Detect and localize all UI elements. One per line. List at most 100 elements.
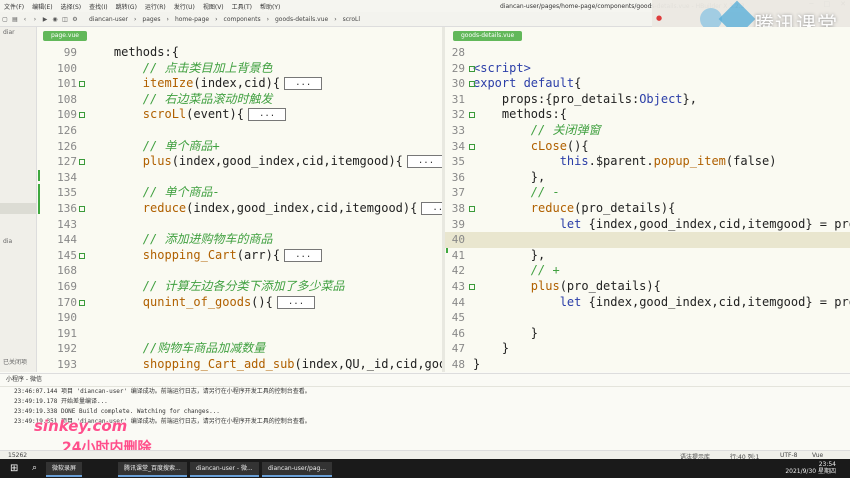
- code-line[interactable]: 126 // 单个商品+: [37, 139, 442, 155]
- code-line[interactable]: 41 },: [445, 248, 850, 264]
- settings-icon[interactable]: ⚙: [70, 16, 80, 23]
- code-line[interactable]: 44 let {index,good_index,cid,itemgood} =…: [445, 295, 850, 311]
- explorer-item[interactable]: [0, 137, 36, 148]
- code-line[interactable]: 28: [445, 45, 850, 61]
- breadcrumb-item[interactable]: pages: [139, 16, 163, 23]
- explorer-item[interactable]: [0, 346, 36, 357]
- code-line[interactable]: 170 qunint_of_goods(){...: [37, 295, 442, 311]
- code-line[interactable]: 99 methods:{: [37, 45, 442, 61]
- code-line[interactable]: 192 //购物车商品加减数量: [37, 341, 442, 357]
- code-line[interactable]: 127 plus(index,good_index,cid,itemgood){…: [37, 154, 442, 170]
- breadcrumb-item[interactable]: goods-details.vue: [272, 16, 331, 23]
- code-line[interactable]: 144 // 添加进购物车的商品: [37, 232, 442, 248]
- taskbar-clock[interactable]: 23:54 2021/9/30 星期四: [779, 461, 842, 475]
- menu-item[interactable]: 发行(U): [170, 2, 199, 11]
- menu-item[interactable]: 运行(R): [141, 2, 170, 11]
- code-line[interactable]: 136 reduce(index,good_index,cid,itemgood…: [37, 201, 442, 217]
- breadcrumb-item[interactable]: diancan-user: [86, 16, 131, 23]
- explorer-item[interactable]: 已关闭项: [0, 357, 36, 368]
- code-line[interactable]: 32 methods:{: [445, 107, 850, 123]
- code-line[interactable]: 109 scroLl(event){...: [37, 107, 442, 123]
- code-line[interactable]: 193 shopping_Cart_add_sub(index,QU,_id,c…: [37, 357, 442, 372]
- explorer-item[interactable]: [0, 181, 36, 192]
- fold-toggle-icon[interactable]: [79, 159, 85, 166]
- code-line[interactable]: 36 },: [445, 170, 850, 186]
- code-line[interactable]: 40: [445, 232, 850, 248]
- tab-page-vue[interactable]: page.vue: [43, 31, 87, 41]
- run-icon[interactable]: ▶: [40, 16, 50, 23]
- folded-region-button[interactable]: ...: [421, 201, 442, 215]
- preview-icon[interactable]: ◫: [60, 16, 70, 23]
- code-line[interactable]: 37 // -: [445, 185, 850, 201]
- fold-toggle-icon[interactable]: [79, 81, 85, 88]
- code-line[interactable]: 33 // 关闭弹窗: [445, 123, 850, 139]
- fold-toggle-icon[interactable]: [79, 299, 85, 306]
- save-icon[interactable]: ▤: [10, 16, 20, 23]
- back-icon[interactable]: ‹: [20, 16, 30, 23]
- code-line[interactable]: 42 // +: [445, 263, 850, 279]
- menu-item[interactable]: 选择(S): [57, 2, 86, 11]
- code-line[interactable]: 39 let {index,good_index,cid,itemgood} =…: [445, 217, 850, 233]
- explorer-item[interactable]: [0, 159, 36, 170]
- taskbar-app-hbuilderx[interactable]: diancan-user/pag...: [262, 462, 333, 477]
- breadcrumb-item[interactable]: scroLl: [340, 16, 363, 23]
- debug-icon[interactable]: ◉: [50, 16, 60, 23]
- fold-toggle-icon[interactable]: [469, 65, 475, 72]
- fold-toggle-icon[interactable]: [469, 283, 475, 290]
- code-line[interactable]: 30 export default{: [445, 76, 850, 92]
- explorer-item[interactable]: [0, 60, 36, 71]
- code-line[interactable]: 145 shopping_Cart(arr){...: [37, 248, 442, 264]
- code-line[interactable]: 191: [37, 326, 442, 342]
- code-line[interactable]: 34 cLose(){: [445, 139, 850, 155]
- explorer-item[interactable]: [0, 324, 36, 335]
- status-encoding[interactable]: UTF-8: [780, 452, 798, 459]
- code-area-right[interactable]: 28 29 <script> 30 export default{31 props:{p…: [445, 45, 850, 372]
- new-file-icon[interactable]: ▢: [0, 16, 10, 23]
- explorer-item[interactable]: [0, 335, 36, 346]
- code-line[interactable]: 134: [37, 170, 442, 186]
- explorer-item[interactable]: [0, 247, 36, 258]
- folded-region-button[interactable]: ...: [247, 108, 287, 122]
- tab-goods-details-vue[interactable]: goods-details.vue: [453, 31, 523, 41]
- folded-region-button[interactable]: ...: [284, 77, 323, 91]
- editor-pane-right[interactable]: goods-details.vue 28 29 <script> 30 export d…: [445, 27, 850, 372]
- code-line[interactable]: 48}: [445, 357, 850, 372]
- folded-region-button[interactable]: ...: [276, 295, 316, 309]
- code-line[interactable]: 168: [37, 263, 442, 279]
- explorer-item[interactable]: dia: [0, 236, 36, 247]
- taskbar-app-recorder[interactable]: 微软录屏: [46, 462, 83, 477]
- menu-item[interactable]: 编辑(E): [28, 2, 56, 11]
- menu-item[interactable]: 视图(V): [199, 2, 228, 11]
- code-line[interactable]: 169 // 计算左边各分类下添加了多少菜品: [37, 279, 442, 295]
- explorer-item[interactable]: [0, 93, 36, 104]
- menu-item[interactable]: 查找(I): [85, 2, 111, 11]
- menu-item[interactable]: 文件(F): [0, 2, 28, 11]
- explorer-item[interactable]: [0, 49, 36, 60]
- status-language[interactable]: Vue: [812, 452, 823, 459]
- fold-toggle-icon[interactable]: [79, 205, 85, 212]
- explorer-item[interactable]: [0, 258, 36, 269]
- code-line[interactable]: 135 // 单个商品-: [37, 185, 442, 201]
- code-line[interactable]: 101 itemIze(index,cid){...: [37, 76, 442, 92]
- breadcrumb-item[interactable]: components: [221, 16, 264, 23]
- code-line[interactable]: 143: [37, 217, 442, 233]
- code-line[interactable]: 126: [37, 123, 442, 139]
- folded-region-button[interactable]: ...: [284, 248, 323, 262]
- explorer-item[interactable]: [0, 170, 36, 181]
- fold-toggle-icon[interactable]: [79, 252, 85, 259]
- explorer-item[interactable]: [0, 115, 36, 126]
- editor-pane-left[interactable]: page.vue 99 methods:{100 // 点击类目加上背景色 101…: [37, 27, 442, 372]
- explorer-item[interactable]: [0, 192, 36, 203]
- explorer-item[interactable]: [0, 291, 36, 302]
- project-explorer[interactable]: diar dia 已关闭项: [0, 27, 37, 372]
- fold-toggle-icon[interactable]: [79, 112, 85, 119]
- explorer-item[interactable]: diar: [0, 27, 36, 38]
- taskbar-app-wechat-devtools[interactable]: diancan-user - 微...: [190, 462, 259, 477]
- explorer-item[interactable]: [0, 203, 36, 214]
- explorer-item[interactable]: [0, 225, 36, 236]
- code-line[interactable]: 47 }: [445, 341, 850, 357]
- code-area-left[interactable]: 99 methods:{100 // 点击类目加上背景色 101 itemIze(…: [37, 45, 442, 372]
- explorer-item[interactable]: [0, 313, 36, 324]
- code-line[interactable]: 108 // 右边菜品滚动时触发: [37, 92, 442, 108]
- console-header[interactable]: 小程序 - 微信: [0, 374, 850, 387]
